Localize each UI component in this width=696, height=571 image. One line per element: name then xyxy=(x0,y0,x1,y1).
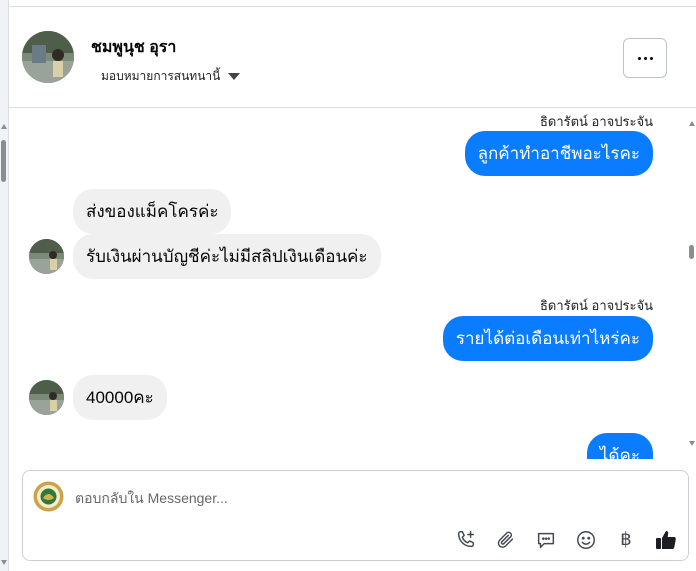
left-scrollbar[interactable] xyxy=(0,0,9,571)
scrollbar-thumb[interactable] xyxy=(1,140,6,182)
assign-label: มอบหมายการสนทนานี้ xyxy=(101,69,221,83)
scroll-up-arrow-icon[interactable] xyxy=(689,121,695,126)
baht-payment-icon[interactable]: ฿ xyxy=(614,528,638,552)
assign-conversation-dropdown[interactable]: มอบหมายการสนทนานี้ xyxy=(101,67,241,86)
ellipsis-icon xyxy=(637,56,641,60)
scrollbar-thumb[interactable] xyxy=(689,245,694,259)
emoji-icon[interactable] xyxy=(574,528,598,552)
reply-input[interactable] xyxy=(75,487,635,509)
avatar[interactable] xyxy=(29,380,64,415)
message-bubble-outgoing[interactable]: ได้คะ xyxy=(586,433,653,459)
message-bubble-incoming[interactable]: 40000คะ xyxy=(73,375,167,420)
scroll-down-arrow-icon[interactable] xyxy=(1,560,7,565)
scroll-up-arrow-icon[interactable] xyxy=(1,124,7,129)
message-bubble-outgoing[interactable]: รายได้ต่อเดือนเท่าไหร่คะ xyxy=(442,316,653,361)
avatar[interactable] xyxy=(22,31,74,83)
conversation-header: ชมพูนุช อุรา มอบหมายการสนทนานี้ xyxy=(9,7,696,108)
more-options-button[interactable] xyxy=(623,38,667,78)
call-add-icon[interactable] xyxy=(454,528,478,552)
sender-name: ธิดารัตน์ อาจประจัน xyxy=(539,298,653,313)
thread-scrollbar[interactable] xyxy=(689,109,696,469)
reply-composer: ฿ xyxy=(22,470,689,561)
saved-reply-icon[interactable] xyxy=(534,528,558,552)
attachment-icon[interactable] xyxy=(494,528,518,552)
avatar[interactable] xyxy=(29,239,64,274)
message-bubble-incoming[interactable]: รับเงินผ่านบัญชีค่ะไม่มีสลิปเงินเดือนค่ะ xyxy=(73,234,381,279)
contact-name: ชมพูนุช อุรา xyxy=(91,39,177,56)
page-logo xyxy=(33,481,64,512)
sender-name: ธิดารัตน์ อาจประจัน xyxy=(539,114,653,129)
composer-toolbar: ฿ xyxy=(454,528,678,552)
message-bubble-outgoing[interactable]: ลูกค้าทำอาชีพอะไรคะ xyxy=(464,131,653,176)
message-bubble-incoming[interactable]: ส่งของแม็คโครค่ะ xyxy=(73,189,232,234)
message-thread[interactable]: ธิดารัตน์ อาจประจัน ลูกค้าทำอาชีพอะไรคะ … xyxy=(9,109,689,459)
scroll-down-arrow-icon[interactable] xyxy=(689,441,695,446)
chevron-down-icon xyxy=(228,73,241,80)
conversation-panel: ชมพูนุช อุรา มอบหมายการสนทนานี้ ธิดารัตน… xyxy=(9,6,696,571)
thumbs-up-icon[interactable] xyxy=(654,528,678,552)
